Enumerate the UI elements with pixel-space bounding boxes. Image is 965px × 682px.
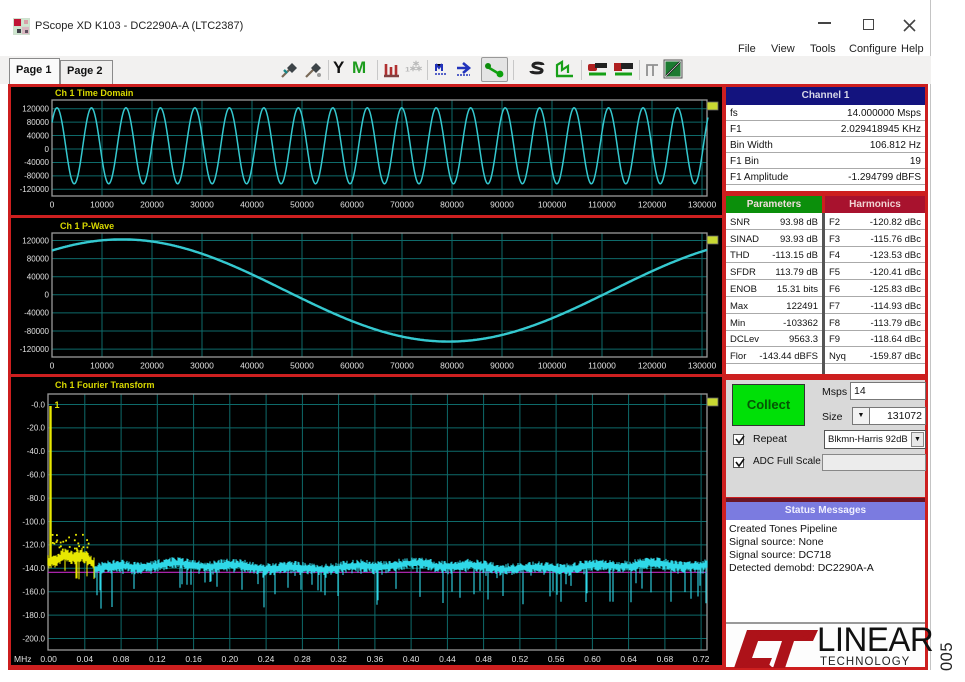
- svg-text:120000: 120000: [22, 105, 49, 114]
- svg-text:Ch 1 Fourier Transform: Ch 1 Fourier Transform: [55, 380, 155, 390]
- svg-text:-80000: -80000: [24, 327, 49, 336]
- svg-text:110000: 110000: [588, 200, 616, 210]
- svg-text:0.36: 0.36: [367, 654, 384, 664]
- svg-text:0.40: 0.40: [403, 654, 420, 664]
- svg-text:0.00: 0.00: [40, 654, 57, 664]
- svg-text:130000: 130000: [688, 200, 717, 210]
- svg-text:0.24: 0.24: [258, 654, 275, 664]
- svg-text:50000: 50000: [290, 200, 314, 210]
- svg-text:-40.0: -40.0: [27, 447, 46, 456]
- svg-text:0.52: 0.52: [512, 654, 529, 664]
- svg-text:80000: 80000: [440, 361, 464, 371]
- svg-text:-120000: -120000: [20, 185, 50, 194]
- svg-text:60000: 60000: [340, 361, 364, 371]
- svg-text:100000: 100000: [538, 361, 567, 371]
- svg-text:0: 0: [50, 361, 55, 371]
- svg-text:0.28: 0.28: [294, 654, 311, 664]
- svg-text:1: 1: [55, 400, 60, 410]
- svg-text:0.68: 0.68: [657, 654, 674, 664]
- svg-text:-160.0: -160.0: [22, 588, 45, 597]
- svg-text:-60.0: -60.0: [27, 471, 46, 480]
- svg-text:30000: 30000: [190, 361, 214, 371]
- svg-text:-120000: -120000: [20, 345, 50, 354]
- svg-text:110000: 110000: [588, 361, 616, 371]
- svg-text:130000: 130000: [688, 361, 717, 371]
- svg-text:80000: 80000: [27, 118, 50, 127]
- svg-text:0.60: 0.60: [584, 654, 601, 664]
- svg-text:40000: 40000: [240, 361, 264, 371]
- svg-text:-80000: -80000: [24, 172, 49, 181]
- svg-text:40000: 40000: [240, 200, 264, 210]
- svg-text:0.16: 0.16: [185, 654, 202, 664]
- svg-text:Ch 1 Time Domain: Ch 1 Time Domain: [55, 88, 133, 98]
- svg-text:10000: 10000: [90, 361, 114, 371]
- svg-text:90000: 90000: [490, 361, 514, 371]
- svg-text:-0.0: -0.0: [31, 400, 45, 409]
- svg-text:120000: 120000: [638, 200, 667, 210]
- svg-text:70000: 70000: [390, 361, 414, 371]
- svg-text:0.12: 0.12: [149, 654, 166, 664]
- svg-text:0.44: 0.44: [439, 654, 456, 664]
- svg-text:0.20: 0.20: [222, 654, 239, 664]
- svg-text:10000: 10000: [90, 200, 114, 210]
- svg-text:100000: 100000: [538, 200, 567, 210]
- svg-text:MHz: MHz: [14, 654, 31, 664]
- svg-text:0: 0: [50, 200, 55, 210]
- svg-text:30000: 30000: [190, 200, 214, 210]
- svg-text:-200.0: -200.0: [22, 634, 45, 643]
- svg-text:-40000: -40000: [24, 158, 49, 167]
- svg-text:-140.0: -140.0: [22, 564, 45, 573]
- svg-text:0: 0: [45, 145, 50, 154]
- svg-text:-80.0: -80.0: [27, 494, 46, 503]
- svg-text:50000: 50000: [290, 361, 314, 371]
- svg-text:120000: 120000: [22, 236, 49, 245]
- svg-text:0.04: 0.04: [77, 654, 94, 664]
- svg-text:60000: 60000: [340, 200, 364, 210]
- svg-text:-20.0: -20.0: [27, 424, 46, 433]
- svg-text:80000: 80000: [440, 200, 464, 210]
- svg-text:0.56: 0.56: [548, 654, 565, 664]
- svg-text:-40000: -40000: [24, 309, 49, 318]
- svg-text:80000: 80000: [27, 254, 50, 263]
- svg-text:20000: 20000: [140, 361, 164, 371]
- svg-text:70000: 70000: [390, 200, 414, 210]
- svg-text:40000: 40000: [27, 131, 50, 140]
- svg-text:0.48: 0.48: [475, 654, 492, 664]
- svg-text:0.64: 0.64: [620, 654, 637, 664]
- svg-text:0.32: 0.32: [330, 654, 347, 664]
- svg-text:40000: 40000: [27, 273, 50, 282]
- svg-text:0: 0: [45, 291, 50, 300]
- svg-text:0.72: 0.72: [693, 654, 710, 664]
- svg-text:120000: 120000: [638, 361, 667, 371]
- svg-text:90000: 90000: [490, 200, 514, 210]
- svg-text:-100.0: -100.0: [22, 517, 45, 526]
- svg-text:Ch 1 P-Wave: Ch 1 P-Wave: [60, 221, 114, 231]
- svg-text:-180.0: -180.0: [22, 611, 45, 620]
- svg-text:0.08: 0.08: [113, 654, 130, 664]
- svg-text:20000: 20000: [140, 200, 164, 210]
- svg-text:-120.0: -120.0: [22, 541, 45, 550]
